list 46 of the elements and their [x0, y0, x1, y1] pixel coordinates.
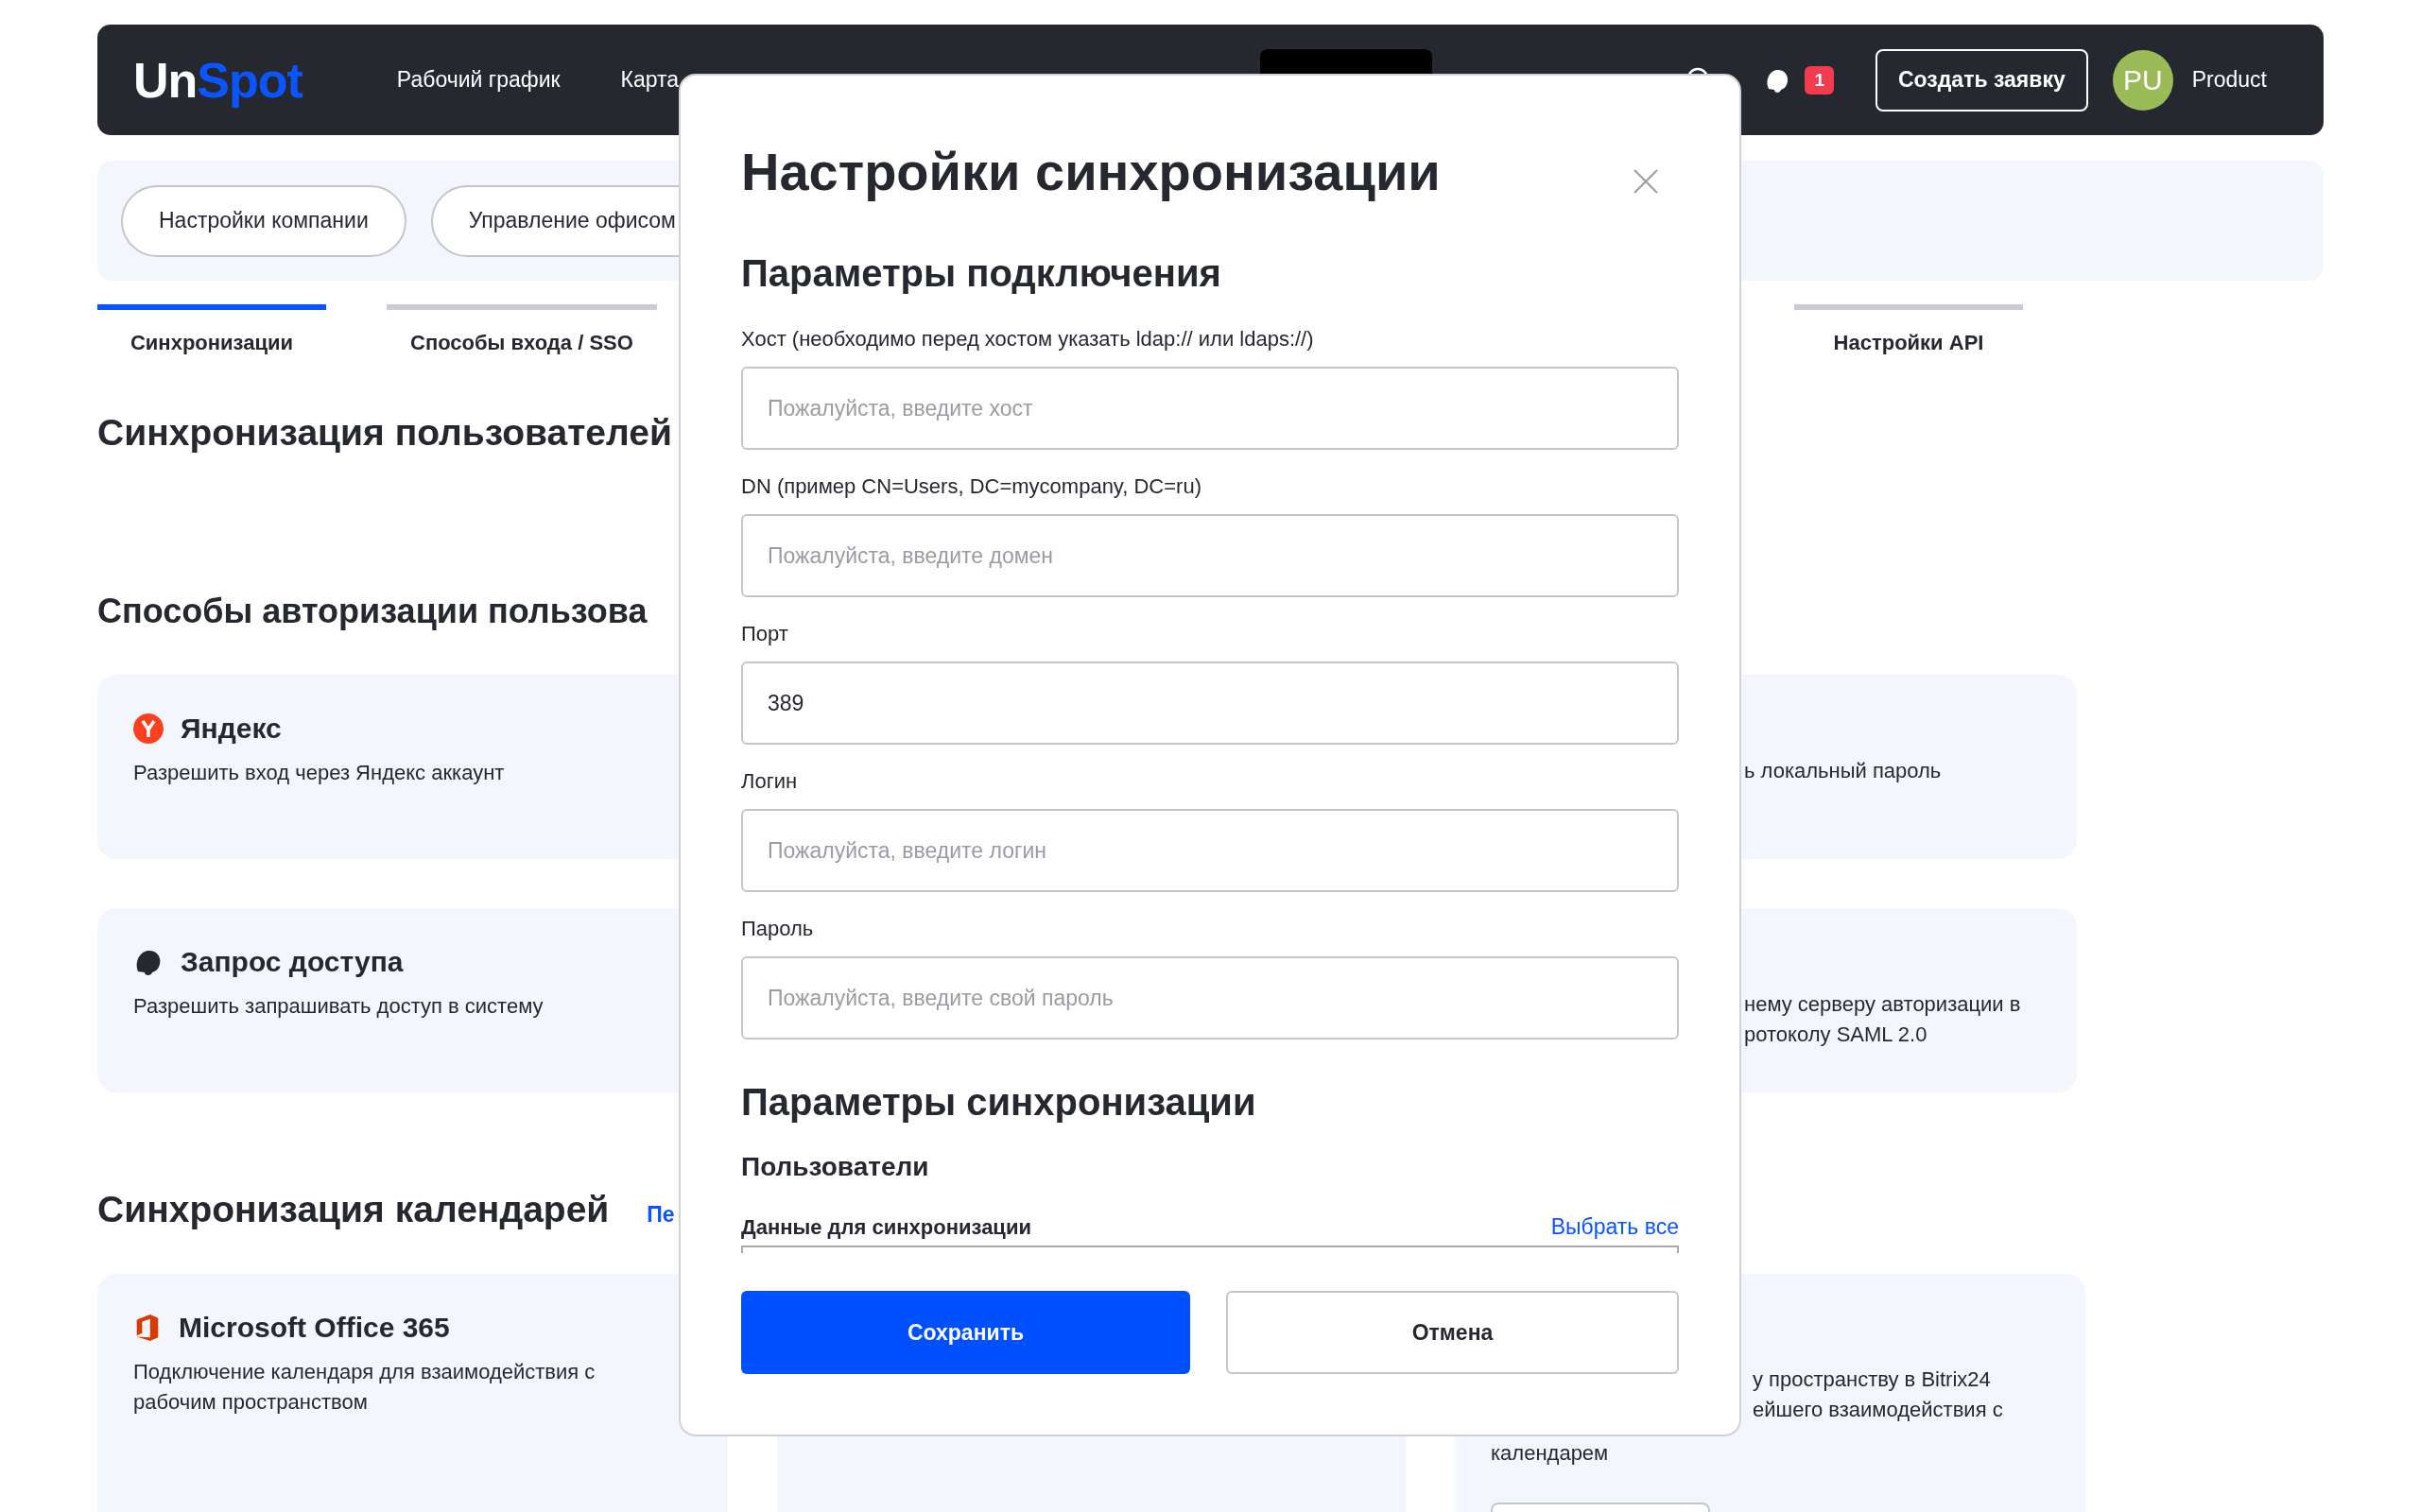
card-description: календарем: [1491, 1440, 1610, 1467]
create-request-button[interactable]: Создать заявку: [1875, 48, 2088, 112]
close-icon[interactable]: [1634, 169, 1658, 194]
select-all-link[interactable]: Выбрать все: [1550, 1214, 1679, 1240]
card-description: ь локальный пароль: [1744, 758, 1943, 784]
card-title: Яндекс: [181, 713, 282, 745]
y-logo-icon: [133, 713, 164, 744]
data-label: Данные для синхронизации: [741, 1215, 1031, 1240]
card-description: ейшего взаимодействия с: [1753, 1397, 2004, 1423]
card-description: Разрешить вход через Яндекс аккаунт: [133, 760, 506, 786]
field-label: Логин: [741, 769, 799, 794]
field-label: Пароль: [741, 917, 815, 941]
dialog-title: Настройки синхронизации: [741, 141, 1441, 202]
calendar-link[interactable]: Пе: [647, 1202, 675, 1228]
save-button[interactable]: Сохранить: [741, 1291, 1190, 1374]
input-field[interactable]: Пожалуйста, введите логин: [741, 809, 1679, 892]
section-heading: Способы авторизации пользова: [97, 592, 648, 631]
input-field[interactable]: 389: [741, 662, 1679, 745]
nav-link[interactable]: Рабочий график: [396, 67, 561, 93]
section-heading: Параметры подключения: [741, 252, 1222, 295]
subsection-heading: Пользователи: [741, 1152, 930, 1182]
field-label: Хост (необходимо перед хостом указать ldap:// или ldaps://): [741, 327, 1315, 352]
cancel-button[interactable]: Отмена: [1226, 1291, 1679, 1374]
card-description: нему серверу авторизации в: [1744, 991, 2022, 1018]
input-field[interactable]: Пожалуйста, введите домен: [741, 514, 1679, 597]
card-description: у пространству в Bitrix24: [1753, 1366, 1992, 1393]
field-label: Порт: [741, 622, 789, 646]
tab[interactable]: Настройки API: [1794, 304, 2023, 355]
notification-badge: 1: [1805, 65, 1834, 94]
section-heading: Параметры синхронизации: [741, 1081, 1257, 1124]
card-description: Подключение календаря для взаимодействия с рабочим пространством: [133, 1359, 596, 1416]
tab[interactable]: Способы входа / SSO: [387, 304, 657, 355]
logo[interactable]: UnSpot: [133, 51, 302, 109]
card-description: Разрешить запрашивать доступ в систему: [133, 993, 544, 1020]
card-title: Microsoft Office 365: [179, 1312, 450, 1344]
subnav-pill[interactable]: Настройки компании: [121, 184, 406, 257]
tab[interactable]: Синхронизации: [97, 304, 326, 355]
section-heading: Синхронизация календарей: [97, 1189, 610, 1230]
card-description: ротоколу SAML 2.0: [1744, 1022, 1928, 1048]
section-heading: Синхронизация пользователей: [97, 412, 672, 454]
input-field[interactable]: Пожалуйста, введите хост: [741, 367, 1679, 450]
user-name[interactable]: Product: [2191, 67, 2267, 93]
card-title: Запрос доступа: [181, 946, 404, 978]
nav-link[interactable]: Карта: [620, 67, 680, 93]
input-field[interactable]: Пожалуйста, введите свой пароль: [741, 956, 1679, 1040]
field-label: DN (пример CN=Users, DC=mycompany, DC=ru): [741, 474, 1202, 499]
